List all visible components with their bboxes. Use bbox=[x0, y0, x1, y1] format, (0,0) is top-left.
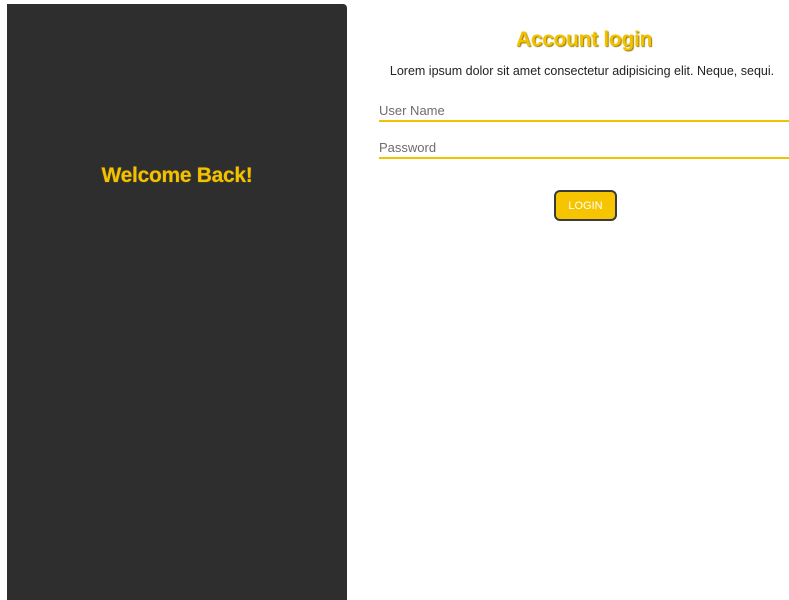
login-description: Lorem ipsum dolor sit amet consectetur a… bbox=[389, 64, 775, 78]
login-page: Welcome Back! Account login Lorem ipsum … bbox=[0, 0, 789, 600]
login-form: Account login Lorem ipsum dolor sit amet… bbox=[379, 0, 789, 600]
welcome-title: Welcome Back! bbox=[101, 164, 253, 187]
username-field[interactable] bbox=[379, 100, 789, 122]
welcome-panel: Welcome Back! bbox=[7, 4, 347, 600]
login-button[interactable]: LOGIN bbox=[554, 190, 617, 221]
password-field[interactable] bbox=[379, 137, 789, 159]
page-title: Account login bbox=[515, 28, 653, 51]
